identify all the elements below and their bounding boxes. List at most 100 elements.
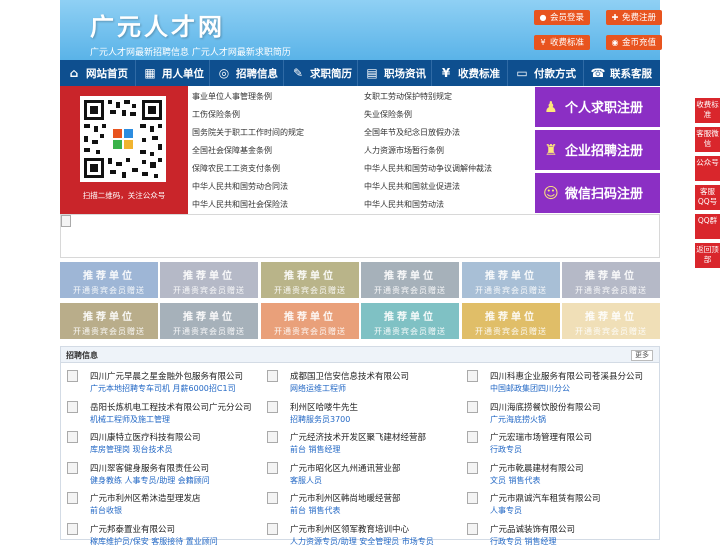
company-name[interactable]: 广元品诚装饰有限公司: [490, 523, 575, 535]
job-positions[interactable]: 机械工程师及施工管理: [90, 414, 170, 425]
law-link[interactable]: 女职工劳动保护特别规定: [364, 91, 452, 102]
company-name[interactable]: 广元市利州区领军教育培训中心: [290, 523, 409, 535]
nav-item-news[interactable]: ▤ 职场资讯: [358, 60, 432, 86]
company-logo-icon[interactable]: [467, 431, 478, 443]
job-positions[interactable]: 网络运维工程师: [290, 383, 346, 394]
law-link[interactable]: 国务院关于职工工作时间的规定: [192, 127, 304, 138]
wechat-register-button[interactable]: ☺ 微信扫码注册: [535, 173, 660, 213]
nav-item-employers[interactable]: ▦ 用人单位: [136, 60, 210, 86]
company-logo-icon[interactable]: [267, 370, 278, 382]
company-logo-icon[interactable]: [267, 400, 278, 413]
law-link[interactable]: 中华人民共和国劳动合同法: [192, 181, 288, 192]
company-name[interactable]: 广元宏瑞市场管理有限公司: [490, 431, 592, 443]
job-positions[interactable]: 行政专员: [490, 444, 522, 455]
company-logo-icon[interactable]: [467, 492, 478, 504]
side-wechat-button[interactable]: 客服微信: [695, 127, 720, 152]
law-link[interactable]: 全国社会保障基金条例: [192, 145, 272, 156]
company-logo-icon[interactable]: [267, 461, 278, 474]
law-link[interactable]: 事业单位人事管理条例: [192, 91, 272, 102]
employer-register-button[interactable]: ♜ 企业招聘注册: [535, 130, 660, 170]
promo-cell[interactable]: 推荐单位 开通贵宾会员赠送: [160, 303, 258, 339]
nav-item-jobs[interactable]: ◎ 招聘信息: [210, 60, 284, 86]
side-qq-group-button[interactable]: QQ群: [695, 214, 720, 239]
company-name[interactable]: 广元市利州区希沐造型理发店: [90, 492, 201, 504]
law-link[interactable]: 中华人民共和国劳动争议调解仲裁法: [364, 163, 492, 174]
nav-item-payment[interactable]: ▭ 付款方式: [508, 60, 584, 86]
company-name[interactable]: 广元市鼎诚汽车租赁有限公司: [490, 492, 601, 504]
job-positions[interactable]: 文员 销售代表: [490, 475, 541, 486]
law-link[interactable]: 中华人民共和国劳动法: [364, 199, 444, 210]
more-button[interactable]: 更多: [631, 350, 653, 361]
company-name[interactable]: 广元市乾晨建材有限公司: [490, 462, 584, 474]
law-link[interactable]: 工伤保险条例: [192, 109, 240, 120]
side-official-account-button[interactable]: 公众号: [695, 156, 720, 181]
law-link[interactable]: 人力资源市场暂行条例: [364, 145, 444, 156]
company-name[interactable]: 四川海底捞餐饮股份有限公司: [490, 401, 601, 413]
company-logo-icon[interactable]: [67, 400, 78, 413]
job-positions[interactable]: 前台 销售代表: [290, 505, 341, 516]
company-logo-icon[interactable]: [467, 522, 478, 535]
promo-cell[interactable]: 推荐单位 开通贵宾会员赠送: [462, 303, 560, 339]
company-name[interactable]: 广元经济技术开发区聚飞建材经营部: [290, 431, 426, 443]
law-link[interactable]: 全国年节及纪念日放假办法: [364, 127, 460, 138]
company-logo-icon[interactable]: [67, 431, 78, 443]
job-positions[interactable]: 中国邮政集团四川分公: [490, 383, 570, 394]
company-logo-icon[interactable]: [67, 461, 78, 474]
promo-cell[interactable]: 推荐单位 开通贵宾会员赠送: [60, 303, 158, 339]
side-fees-button[interactable]: 收费标准: [695, 98, 720, 123]
promo-cell[interactable]: 推荐单位 开通贵宾会员赠送: [361, 262, 459, 298]
free-register-button[interactable]: ✚ 免费注册: [606, 10, 662, 25]
side-qq-button[interactable]: 客服QQ号: [695, 185, 720, 210]
company-name[interactable]: 广元邦泰置业有限公司: [90, 523, 175, 535]
law-link[interactable]: 失业保险条例: [364, 109, 412, 120]
company-name[interactable]: 广元市利州区韩尚地暖经营部: [290, 492, 401, 504]
law-link[interactable]: 中华人民共和国就业促进法: [364, 181, 460, 192]
coin-recharge-button[interactable]: ◉ 金币充值: [606, 35, 662, 50]
job-positions[interactable]: 库房管理岗 现台技术员: [90, 444, 173, 455]
job-positions[interactable]: 前台收银: [90, 505, 122, 516]
company-logo-icon[interactable]: [67, 370, 78, 382]
side-back-to-top-button[interactable]: 返回顶部: [695, 243, 720, 268]
company-logo-icon[interactable]: [467, 370, 478, 382]
company-logo-icon[interactable]: [467, 400, 478, 413]
promo-cell[interactable]: 推荐单位 开通贵宾会员赠送: [361, 303, 459, 339]
nav-item-resumes[interactable]: ✎ 求职简历: [284, 60, 358, 86]
company-logo-icon[interactable]: [267, 492, 278, 504]
company-logo-icon[interactable]: [267, 431, 278, 443]
promo-cell[interactable]: 推荐单位 开通贵宾会员赠送: [261, 262, 359, 298]
company-logo-icon[interactable]: [67, 492, 78, 504]
job-positions[interactable]: 稼库维护员/保安 客服接待 置业顾问: [90, 536, 218, 547]
company-name[interactable]: 利州区哈喽牛先生: [290, 401, 358, 413]
company-name[interactable]: 成都国卫信安信息技术有限公司: [290, 370, 409, 382]
promo-cell[interactable]: 推荐单位 开通贵宾会员赠送: [562, 303, 660, 339]
promo-cell[interactable]: 推荐单位 开通贵宾会员赠送: [261, 303, 359, 339]
company-logo-icon[interactable]: [467, 461, 478, 474]
company-name[interactable]: 四川翠客健身服务有限责任公司: [90, 462, 209, 474]
company-name[interactable]: 四川科惠企业服务有限公司苍溪县分公司: [490, 370, 643, 382]
job-positions[interactable]: 招聘服务员3700: [290, 414, 350, 425]
job-positions[interactable]: 人力资源专员/助理 安全管理员 市场专员: [290, 536, 434, 547]
company-name[interactable]: 岳阳长炼机电工程技术有限公司广元分公司: [90, 401, 252, 413]
job-positions[interactable]: 行政专员 销售经理: [490, 536, 557, 547]
member-login-button[interactable]: ● 会员登录: [534, 10, 590, 25]
site-logo[interactable]: 广元人才网: [90, 7, 225, 42]
company-name[interactable]: 四川广元早晨之星金融外包服务有限公司: [90, 370, 243, 382]
ad-banner[interactable]: [60, 214, 660, 258]
company-logo-icon[interactable]: [67, 522, 78, 535]
promo-cell[interactable]: 推荐单位 开通贵宾会员赠送: [60, 262, 158, 298]
job-positions[interactable]: 健身教练 人事专员/助理 会籍顾问: [90, 475, 210, 486]
job-positions[interactable]: 前台 销售经理: [290, 444, 341, 455]
job-positions[interactable]: 人事专员: [490, 505, 522, 516]
fee-standard-button[interactable]: ¥ 收费标准: [534, 35, 590, 50]
nav-item-contact[interactable]: ☎ 联系客服: [584, 60, 660, 86]
company-name[interactable]: 四川康特立医疗科技有限公司: [90, 431, 201, 443]
nav-item-fees[interactable]: ¥ 收费标准: [432, 60, 508, 86]
job-positions[interactable]: 广元海底捞火锅: [490, 414, 546, 425]
promo-cell[interactable]: 推荐单位 开通贵宾会员赠送: [160, 262, 258, 298]
promo-cell[interactable]: 推荐单位 开通贵宾会员赠送: [562, 262, 660, 298]
job-positions[interactable]: 客服人员: [290, 475, 322, 486]
company-name[interactable]: 广元市昭化区九州通讯营业部: [290, 462, 401, 474]
promo-cell[interactable]: 推荐单位 开通贵宾会员赠送: [462, 262, 560, 298]
law-link[interactable]: 中华人民共和国社会保险法: [192, 199, 288, 210]
jobseeker-register-button[interactable]: ♟ 个人求职注册: [535, 87, 660, 127]
